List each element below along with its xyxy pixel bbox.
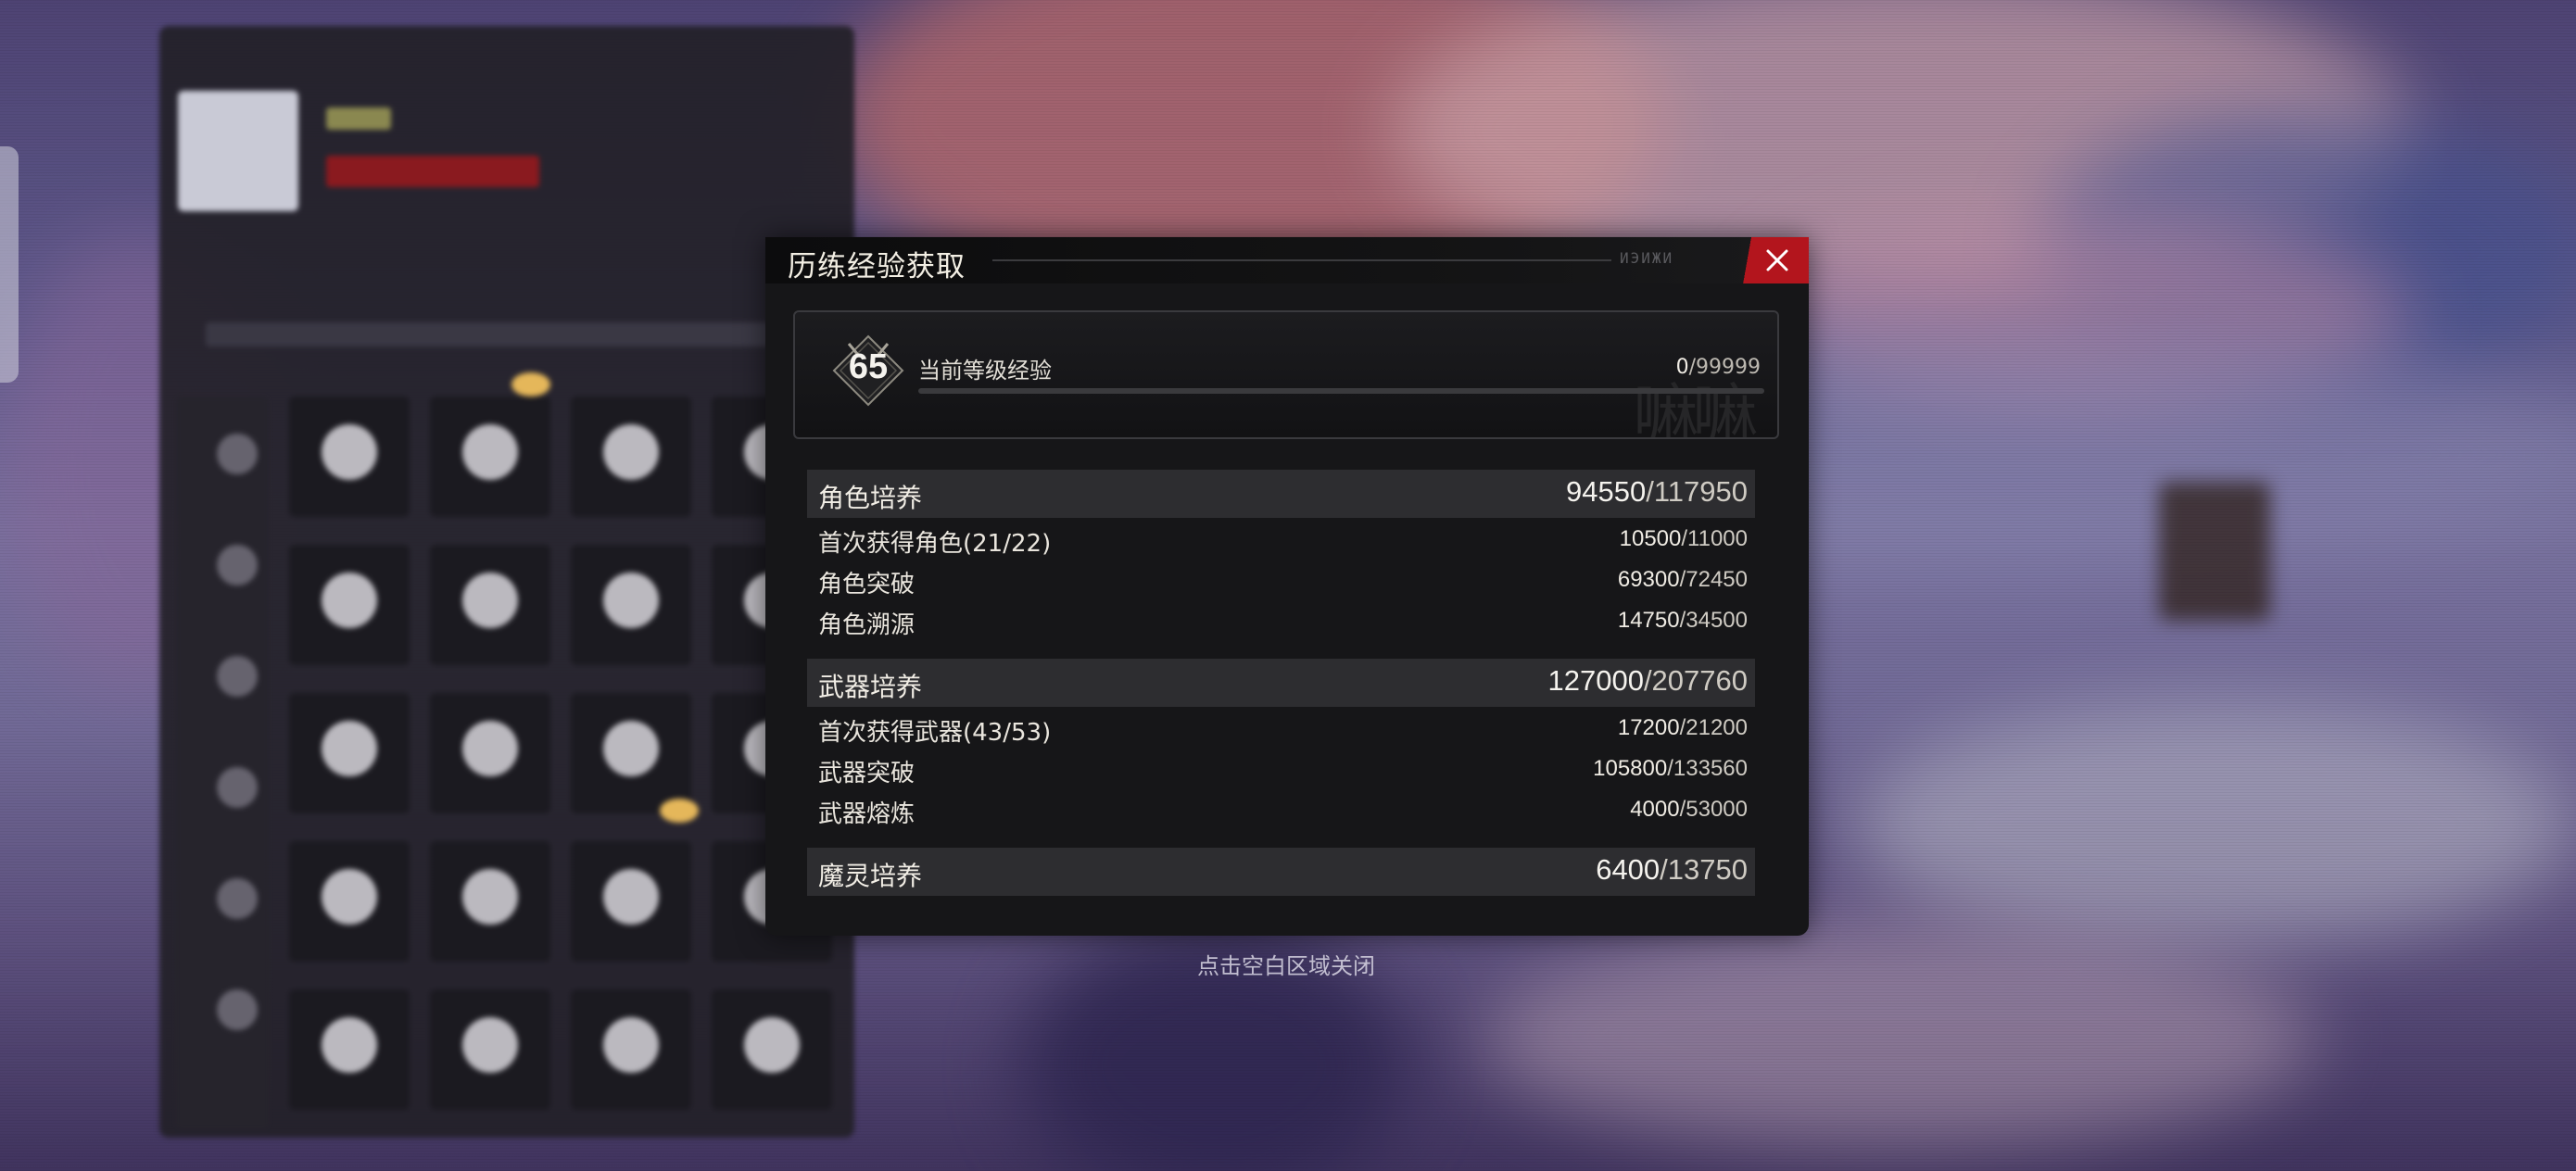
- section-character-training: 角色培养 94550/117950: [807, 470, 1755, 518]
- list-item: 武器突破 105800/133560: [818, 750, 1755, 787]
- level-exp-bar: [918, 388, 1764, 394]
- row-label: 武器突破: [818, 760, 915, 787]
- close-icon: [1766, 249, 1788, 271]
- exp-source-dialog: 历练经验获取 ИЭИЖИ 嘛嘛 65 当前等级经验 0/99999 角色培养 9…: [765, 237, 1809, 936]
- row-label: 角色突破: [818, 571, 915, 598]
- section-weapon-training: 武器培养 127000/207760: [807, 659, 1755, 707]
- title-divider: [992, 259, 1611, 261]
- section-value: 6400/13750: [1596, 853, 1748, 886]
- row-value: 4000/53000: [1630, 797, 1748, 822]
- dialog-title: 历练经验获取: [788, 250, 966, 283]
- dialog-header: 历练经验获取 ИЭИЖИ: [765, 237, 1809, 283]
- header-decoration: ИЭИЖИ: [1620, 249, 1674, 267]
- side-pull-tab[interactable]: [0, 146, 19, 383]
- row-label: 首次获得角色(21/22): [818, 530, 1052, 558]
- list-item: 首次获得武器(43/53) 17200/21200: [818, 710, 1755, 747]
- section-label: 角色培养: [818, 483, 923, 513]
- row-value: 69300/72450: [1617, 567, 1748, 592]
- tap-to-close-hint: 点击空白区域关闭: [1197, 953, 1375, 979]
- list-item: 首次获得角色(21/22) 10500/11000: [818, 521, 1755, 558]
- current-level-exp-label: 当前等级经验: [918, 358, 1052, 384]
- close-button[interactable]: [1733, 237, 1809, 283]
- row-value: 105800/133560: [1593, 756, 1748, 781]
- current-level-panel: 嘛嘛 65 当前等级经验 0/99999: [793, 310, 1779, 439]
- row-value: 10500/11000: [1619, 526, 1748, 551]
- row-label: 角色溯源: [818, 611, 915, 639]
- section-value: 94550/117950: [1566, 475, 1748, 508]
- current-level-exp-value: 0/99999: [1675, 356, 1761, 379]
- list-item: 角色突破 69300/72450: [818, 561, 1755, 598]
- row-label: 武器熔炼: [818, 800, 915, 828]
- row-value: 14750/34500: [1617, 608, 1748, 633]
- section-spirit-training: 魔灵培养 6400/13750: [807, 848, 1755, 896]
- section-label: 魔灵培养: [818, 861, 923, 891]
- level-number: 65: [848, 347, 889, 386]
- avatar: [178, 91, 298, 211]
- list-item: 武器熔炼 4000/53000: [818, 791, 1755, 828]
- inventory-panel-blurred: [159, 26, 854, 1138]
- row-value: 17200/21200: [1617, 715, 1748, 740]
- level-badge: 65: [832, 334, 904, 407]
- section-value: 127000/207760: [1547, 664, 1748, 697]
- row-label: 首次获得武器(43/53): [818, 719, 1052, 747]
- section-label: 武器培养: [818, 672, 923, 702]
- list-item: 角色溯源 14750/34500: [818, 602, 1755, 639]
